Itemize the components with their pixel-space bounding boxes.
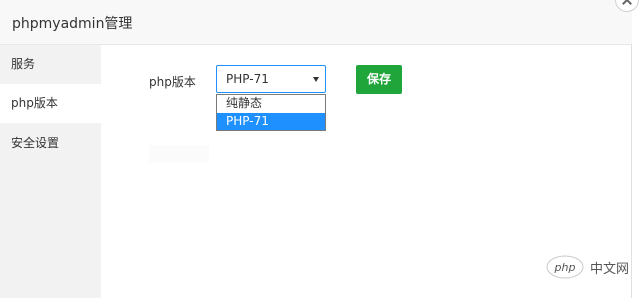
faint-placeholder (149, 145, 209, 163)
php-version-options: 纯静态 PHP-71 (216, 94, 326, 131)
sidebar-item-label: php版本 (11, 96, 58, 110)
sidebar-item-php-version[interactable]: php版本 (0, 84, 101, 123)
scrollbar-track (631, 44, 632, 298)
select-value: PHP-71 (226, 72, 269, 86)
php-logo-text: php (554, 261, 576, 274)
chevron-down-icon (313, 77, 319, 82)
php-version-select[interactable]: PHP-71 (216, 65, 326, 93)
phpmyadmin-dialog: phpmyadmin管理 服务 php版本 安全设置 php版本 PHP-71 … (0, 0, 632, 298)
sidebar-item-service[interactable]: 服务 (0, 45, 101, 84)
option-static[interactable]: 纯静态 (217, 95, 325, 112)
php-version-label: php版本 (149, 75, 196, 89)
dialog-titlebar: phpmyadmin管理 (0, 0, 632, 45)
option-php-71[interactable]: PHP-71 (217, 113, 325, 130)
save-button[interactable]: 保存 (356, 65, 402, 94)
dialog-title: phpmyadmin管理 (12, 16, 133, 32)
sidebar-item-label: 安全设置 (11, 136, 60, 150)
sidebar-item-label: 服务 (11, 57, 36, 71)
watermark-site-text: 中文网 (590, 262, 630, 277)
sidebar-item-security-settings[interactable]: 安全设置 (0, 124, 101, 163)
sidebar: 服务 php版本 安全设置 (0, 45, 101, 298)
php-logo-icon: php (546, 255, 584, 279)
